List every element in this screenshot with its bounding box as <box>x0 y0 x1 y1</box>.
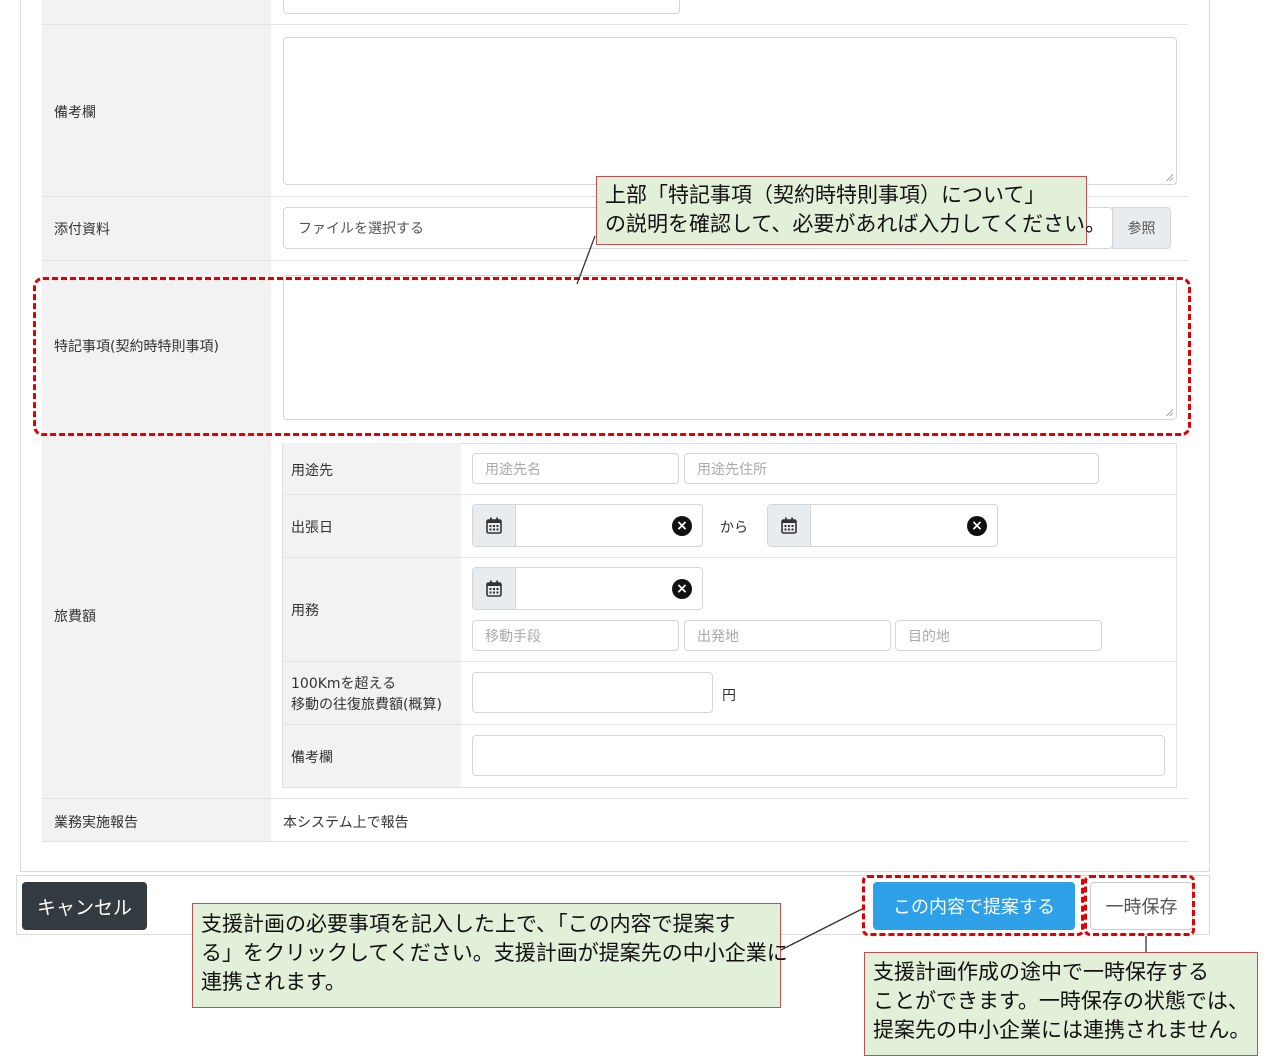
callout-text: 連携されます。 <box>201 970 346 994</box>
callout-leader-lines <box>576 235 1147 956</box>
callout-text: 提案先の中小企業には連携されません。 <box>873 1018 1251 1042</box>
special-notes-callout: 上部「特記事項（契約時特則事項）について」 の説明を確認して、必要があれば入力し… <box>596 176 1107 245</box>
callout-text: 上部「特記事項（契約時特則事項）について」 <box>605 183 1046 207</box>
save-callout: 支援計画作成の途中で一時保存する ことができます。一時保存の状態では、 提案先の… <box>864 952 1258 1056</box>
callout-text: の説明を確認して、必要があれば入力してください。 <box>605 212 1107 236</box>
callout-text: 支援計画作成の途中で一時保存する <box>873 960 1209 984</box>
callout-text: 支援計画の必要事項を記入した上で、「この内容で提案す <box>201 912 736 936</box>
callout-text: る」をクリックしてください。支援計画が提案先の中小企業に <box>201 941 788 965</box>
callout-text: ことができます。一時保存の状態では、 <box>873 989 1249 1013</box>
propose-callout: 支援計画の必要事項を記入した上で、「この内容で提案す る」をクリックしてください… <box>192 903 788 1008</box>
